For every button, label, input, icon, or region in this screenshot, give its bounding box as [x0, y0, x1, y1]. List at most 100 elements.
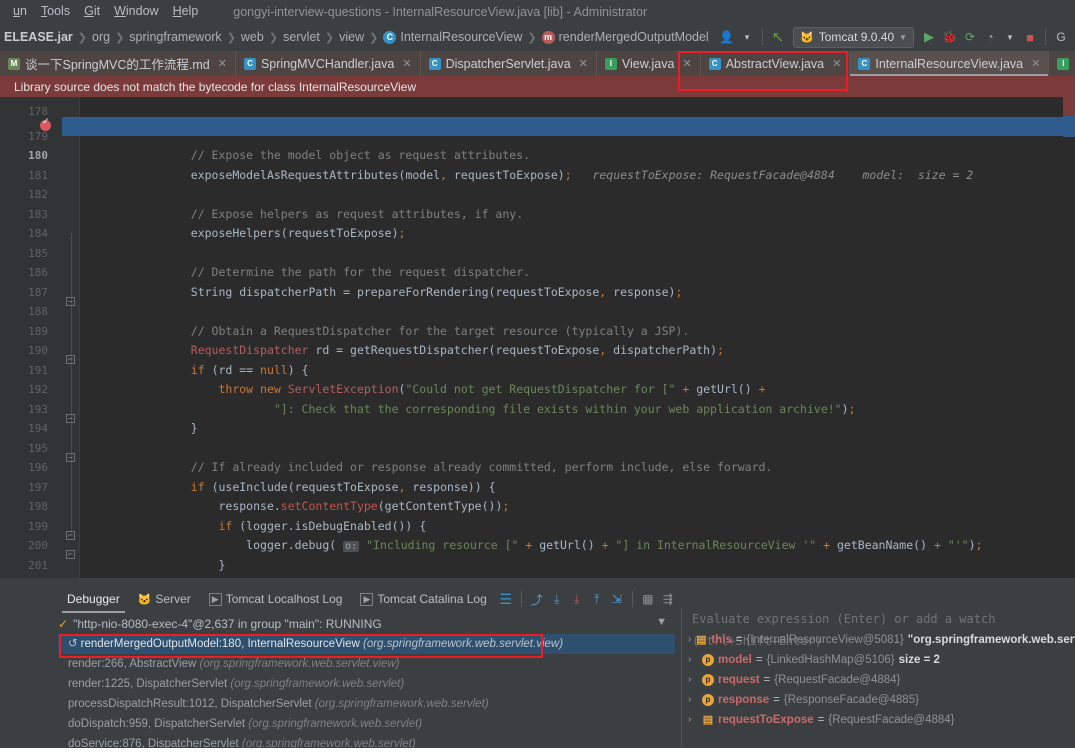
interface-icon: I	[604, 57, 617, 70]
expander-icon[interactable]: ›	[688, 710, 698, 730]
run-to-cursor-icon[interactable]: ⇲	[607, 589, 627, 609]
rerun-icon[interactable]: ⟳	[960, 26, 980, 48]
toolbar-divider	[631, 591, 633, 607]
code-line: 194	[0, 400, 1075, 435]
user-icon[interactable]: 👤	[716, 26, 737, 48]
toolbar-divider	[1045, 29, 1046, 45]
breadcrumb-item-jar[interactable]: ELEASE.jar	[4, 30, 73, 44]
editor-scrollbar[interactable]	[1063, 97, 1075, 578]
thread-status-label: "http-nio-8080-exec-4"@2,637 in group "m…	[73, 617, 382, 631]
editor-tab-internalresourceview[interactable]: C InternalResourceView.java ✕	[850, 51, 1050, 76]
evaluate-icon[interactable]: ▦	[638, 589, 658, 609]
variable-row-this[interactable]: › ▤ this = {InternalResourceView@5081} "…	[682, 630, 1075, 650]
chevron-down-icon[interactable]: ▾	[737, 26, 757, 48]
debug-tab-catalina-log[interactable]: ▶ Tomcat Catalina Log	[351, 588, 495, 610]
editor-tab-label: AbstractView.java	[725, 56, 825, 71]
class-icon: C	[858, 57, 871, 70]
breadcrumb-item-class[interactable]: C InternalResourceView	[383, 30, 522, 44]
expander-icon[interactable]: ›	[688, 670, 698, 690]
breadcrumb-item-springframework[interactable]: springframework	[129, 30, 221, 44]
evaluate-expression-input[interactable]: Evaluate expression (Enter) or add a wat…	[682, 608, 1075, 648]
frame-row[interactable]: render:266, AbstractView (org.springfram…	[58, 654, 675, 674]
variable-row-request[interactable]: › p request = {RequestFacade@4884}	[682, 670, 1075, 690]
debug-icon[interactable]: 🐞	[939, 26, 960, 48]
menu-item-git[interactable]: Git	[77, 0, 107, 23]
breadcrumb-item-org[interactable]: org	[92, 30, 110, 44]
step-over-icon[interactable]: ⤴	[527, 589, 547, 609]
editor-tab-abstractview[interactable]: C AbstractView.java ✕	[701, 51, 851, 76]
breadcrumb-label: ELEASE.jar	[4, 30, 73, 44]
breadcrumb-item-view[interactable]: view	[339, 30, 364, 44]
variable-row-model[interactable]: › p model = {LinkedHashMap@5106} size = …	[682, 650, 1075, 670]
menu-item-window[interactable]: Window	[107, 0, 165, 23]
parameter-icon: p	[702, 694, 714, 706]
chevron-right-icon: ❯	[324, 31, 335, 44]
menu-item-help[interactable]: Help	[166, 0, 206, 23]
editor-tab-handlermapping[interactable]: I HandlerMapping.java ✕	[1049, 51, 1075, 76]
class-icon: C	[383, 30, 397, 44]
menu-item-tools[interactable]: Tools	[34, 0, 77, 23]
debug-tab-server[interactable]: 🐱 Server	[129, 588, 200, 610]
frame-package: (org.springframework.web.servlet.view)	[363, 638, 564, 650]
variable-type: {RequestFacade@4884}	[774, 674, 901, 686]
code-line: 199 logger.debug( o: "Including resource…	[0, 497, 1075, 552]
back-arrow-icon[interactable]: ↖	[768, 26, 788, 48]
frames-list[interactable]: ↺ renderMergedOutputModel:180, InternalRe…	[58, 634, 675, 754]
debug-tab-debugger[interactable]: Debugger	[58, 588, 129, 613]
code-line: 183 exposeHelpers(requestToExpose);	[0, 185, 1075, 241]
frame-row[interactable]: processDispatchResult:1012, DispatcherSe…	[58, 694, 675, 714]
close-icon[interactable]: ✕	[832, 57, 841, 70]
close-icon[interactable]: ✕	[682, 57, 691, 70]
code-line: 187	[0, 263, 1075, 299]
close-icon[interactable]: ✕	[402, 57, 411, 70]
close-icon[interactable]: ✕	[218, 57, 227, 70]
step-into-icon[interactable]: ⤓	[547, 589, 567, 609]
run-toolbar: 👤 ▾ ↖ 🐱 Tomcat 9.0.40 ▼ ▶ 🐞 ⟳ ◔ ▼ ■ G	[716, 23, 1075, 51]
editor-tab-springmvchandler[interactable]: C SpringMVCHandler.java ✕	[236, 51, 421, 76]
code-line: 178	[0, 97, 1075, 117]
run-icon[interactable]: ▶	[919, 26, 939, 48]
status-bar	[0, 748, 1075, 754]
thread-status-bar[interactable]: ✓ "http-nio-8080-exec-4"@2,637 in group …	[58, 614, 675, 634]
breadcrumb-item-web[interactable]: web	[241, 30, 264, 44]
filter-icon[interactable]: ▼	[656, 616, 667, 628]
code-editor[interactable]: − ⌐ − − ⌐ ⌐ 178 179 // Expose the model …	[0, 97, 1075, 578]
menu-item-run[interactable]: un	[6, 0, 34, 23]
editor-tab-view[interactable]: I View.java ✕	[597, 51, 701, 76]
code-line: 192 "]: Check that the corresponding fil…	[0, 361, 1075, 416]
expander-icon[interactable]: ›	[688, 690, 698, 710]
overflow-label[interactable]: G	[1051, 26, 1071, 48]
step-out-icon[interactable]: ⤒	[587, 589, 607, 609]
mute-breakpoints-icon[interactable]: ⇶	[658, 589, 678, 609]
variables-pane[interactable]: Evaluate expression (Enter) or add a wat…	[681, 608, 1075, 754]
breadcrumb-item-servlet[interactable]: servlet	[283, 30, 320, 44]
coverage-icon[interactable]: ◔	[980, 26, 1000, 48]
code-line-current: 180 exposeModelAsRequestAttributes(model…	[0, 127, 1075, 182]
debug-tab-localhost-log[interactable]: ▶ Tomcat Localhost Log	[200, 588, 352, 610]
editor-tab-md[interactable]: M 谈一下SpringMVC的工作流程.md ✕	[0, 51, 236, 76]
toolbar-divider	[762, 29, 764, 45]
variable-row-requesttoexpose[interactable]: › ▤ requestToExpose = {RequestFacade@488…	[682, 710, 1075, 730]
frame-row[interactable]: doDispatch:959, DispatcherServlet (org.s…	[58, 714, 675, 734]
window-title: gongyi-interview-questions - InternalRes…	[233, 4, 648, 19]
code-line: 191 throw new ServletException("Could no…	[0, 341, 1075, 397]
breadcrumb-item-method[interactable]: m renderMergedOutputModel	[541, 30, 709, 44]
force-step-into-icon[interactable]: ⤓	[567, 589, 587, 609]
expander-icon[interactable]: ›	[688, 630, 691, 650]
frame-row-selected[interactable]: ↺ renderMergedOutputModel:180, InternalRe…	[58, 634, 675, 654]
close-icon[interactable]: ✕	[579, 57, 588, 70]
debug-tab-strip: Debugger 🐱 Server ▶ Tomcat Localhost Log…	[0, 588, 1075, 613]
variable-value: size = 2	[898, 654, 940, 666]
variable-name: this	[711, 634, 732, 646]
stop-icon[interactable]: ■	[1020, 26, 1040, 48]
chevron-down-icon[interactable]: ▼	[1000, 26, 1020, 48]
editor-tab-dispatcherservlet[interactable]: C DispatcherServlet.java ✕	[421, 51, 597, 76]
editor-tab-label: DispatcherServlet.java	[445, 56, 571, 71]
variable-row-response[interactable]: › p response = {ResponseFacade@4885}	[682, 690, 1075, 710]
chevron-right-icon: ❯	[369, 31, 379, 44]
run-configuration-selector[interactable]: 🐱 Tomcat 9.0.40 ▼	[793, 26, 915, 48]
expander-icon[interactable]: ›	[688, 650, 698, 670]
frame-row[interactable]: render:1225, DispatcherServlet (org.spri…	[58, 674, 675, 694]
layout-icon[interactable]: ☰	[496, 589, 516, 609]
close-icon[interactable]: ✕	[1031, 57, 1040, 70]
